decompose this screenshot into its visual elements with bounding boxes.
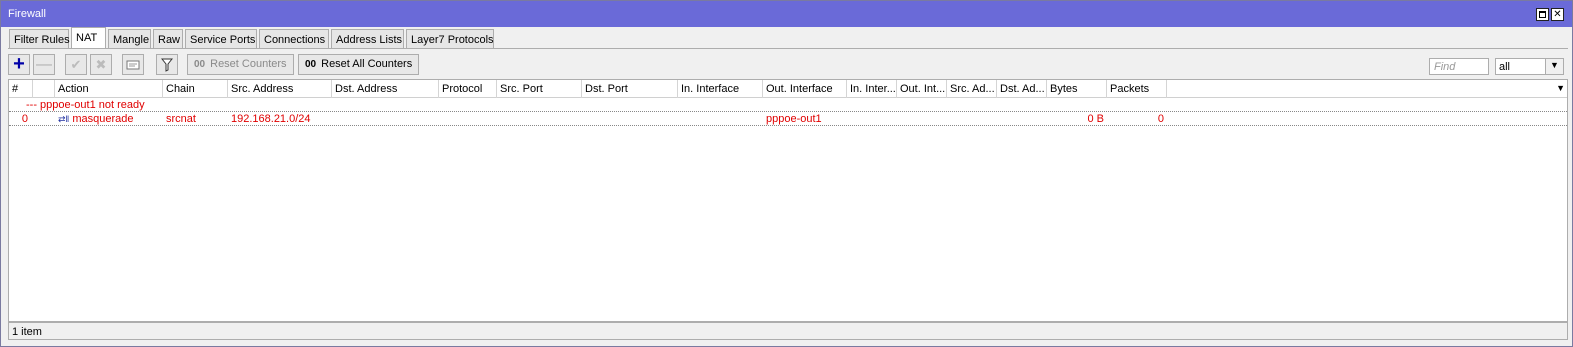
reset-all-counters-button[interactable]: 00 Reset All Counters <box>298 54 419 75</box>
column-header-packets[interactable]: Packets <box>1107 80 1167 98</box>
remove-button[interactable]: — <box>33 54 55 75</box>
column-header-dst-address-list[interactable]: Dst. Ad... <box>997 80 1047 98</box>
rule-chain: srcnat <box>166 113 196 125</box>
column-header-in-interface[interactable]: In. Interface <box>678 80 763 98</box>
window-title: Firewall <box>8 8 46 20</box>
filter-select[interactable]: all ▼ <box>1495 58 1564 75</box>
tab-filter-rules[interactable]: Filter Rules <box>9 29 70 49</box>
filter-button[interactable] <box>156 54 178 75</box>
column-header-bytes[interactable]: Bytes <box>1047 80 1107 98</box>
status-bar: 1 item <box>8 322 1568 340</box>
disable-icon: ✖ <box>95 57 107 72</box>
chevron-down-icon[interactable]: ▼ <box>1545 59 1563 74</box>
add-button[interactable]: + <box>8 54 30 75</box>
add-icon: + <box>13 53 25 75</box>
tab-layer7-protocols[interactable]: Layer7 Protocols <box>406 29 494 49</box>
column-header-out-interface-list[interactable]: Out. Int... <box>897 80 947 98</box>
comment-button[interactable] <box>122 54 144 75</box>
title-bar[interactable]: Firewall ✕ <box>1 1 1572 27</box>
tab-address-lists[interactable]: Address Lists <box>331 29 404 49</box>
reset-counters-prefix: 00 <box>194 59 206 70</box>
column-header-number[interactable]: # <box>9 80 33 98</box>
reset-all-counters-prefix: 00 <box>305 59 317 70</box>
tab-service-ports[interactable]: Service Ports <box>185 29 257 49</box>
tab-nat[interactable]: NAT <box>71 27 106 49</box>
rule-action: ⇄‖ masquerade <box>55 113 133 125</box>
remove-icon: — <box>36 56 52 73</box>
reset-all-counters-label: Reset All Counters <box>321 58 413 70</box>
close-icon[interactable]: ✕ <box>1551 8 1564 21</box>
rule-out-interface: pppoe-out1 <box>766 113 822 125</box>
rule-packets: 0 <box>1157 113 1164 125</box>
column-header-protocol[interactable]: Protocol <box>439 80 497 98</box>
column-header-flags[interactable] <box>33 80 55 98</box>
tab-divider <box>8 48 1568 49</box>
reset-counters-button[interactable]: 00 Reset Counters <box>187 54 294 75</box>
column-header-action[interactable]: Action <box>55 80 163 98</box>
column-header-in-interface-list[interactable]: In. Inter... <box>847 80 897 98</box>
find-input[interactable]: Find <box>1429 58 1489 75</box>
tab-mangle[interactable]: Mangle <box>108 29 151 49</box>
filter-select-value: all <box>1499 61 1511 73</box>
column-header-src-port[interactable]: Src. Port <box>497 80 582 98</box>
rule-comment: --- pppoe-out1 not ready <box>26 99 145 111</box>
maximize-icon[interactable] <box>1536 8 1549 21</box>
table-header: # Action Chain Src. Address Dst. Address… <box>9 80 1567 98</box>
item-count: 1 item <box>12 326 42 338</box>
rule-number: 0 <box>21 113 28 125</box>
reset-counters-label: Reset Counters <box>210 58 287 70</box>
columns-menu-icon[interactable]: ▼ <box>1556 83 1565 93</box>
table-row[interactable]: 0 ⇄‖ masquerade srcnat 192.168.21.0/24 p… <box>9 111 1567 126</box>
enable-icon: ✔ <box>70 57 82 72</box>
comment-row[interactable]: --- pppoe-out1 not ready <box>9 98 1567 112</box>
column-header-src-address[interactable]: Src. Address <box>228 80 332 98</box>
rule-bytes: 0 B <box>1087 113 1104 125</box>
tab-connections[interactable]: Connections <box>259 29 329 49</box>
tab-raw[interactable]: Raw <box>153 29 183 49</box>
comment-icon <box>123 55 143 74</box>
rule-action-label: masquerade <box>72 113 134 125</box>
filter-icon <box>157 55 177 74</box>
column-header-chain[interactable]: Chain <box>163 80 228 98</box>
column-header-dst-address[interactable]: Dst. Address <box>332 80 439 98</box>
masquerade-icon: ⇄‖ <box>58 114 70 124</box>
firewall-window: Firewall ✕ Filter Rules NAT Mangle Raw S… <box>0 0 1573 347</box>
column-header-out-interface[interactable]: Out. Interface <box>763 80 847 98</box>
column-header-src-address-list[interactable]: Src. Ad... <box>947 80 997 98</box>
enable-button[interactable]: ✔ <box>65 54 87 75</box>
rule-src-address: 192.168.21.0/24 <box>231 113 311 125</box>
rules-table: # Action Chain Src. Address Dst. Address… <box>8 79 1568 322</box>
column-header-dst-port[interactable]: Dst. Port <box>582 80 678 98</box>
disable-button[interactable]: ✖ <box>90 54 112 75</box>
